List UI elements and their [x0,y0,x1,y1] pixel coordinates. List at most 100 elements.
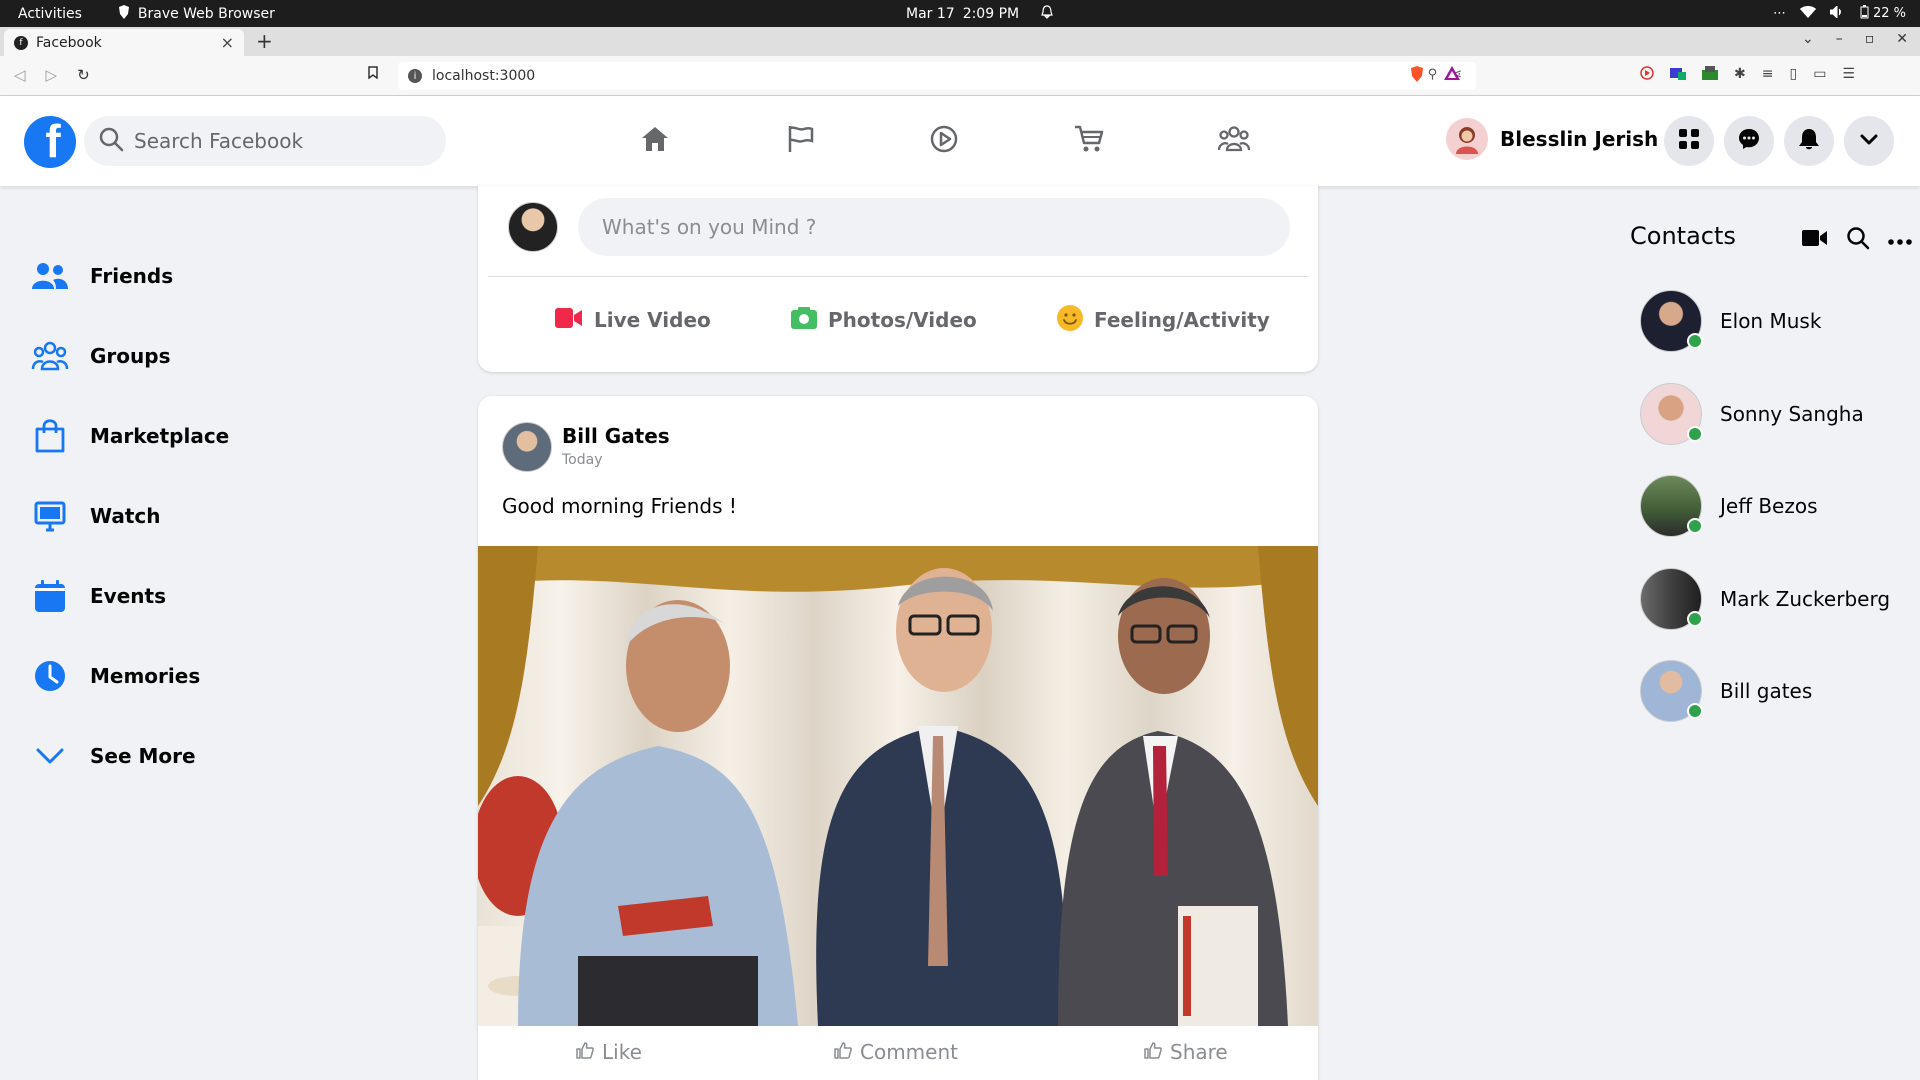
sidebar-item-groups[interactable]: Groups [28,316,408,396]
wifi-icon[interactable] [1799,5,1816,22]
overflow-icon[interactable]: ⋯ [1773,6,1786,21]
sidebar-item-friends[interactable]: Friends [28,236,408,316]
avatar [1640,475,1703,537]
sidebar-item-marketplace[interactable]: Marketplace [28,396,408,476]
contact-item[interactable]: Jeff Bezos [1640,475,1818,537]
live-video-label: Live Video [594,308,711,332]
search-input[interactable] [134,129,424,153]
playlist-icon[interactable]: ≡ [1762,66,1774,84]
online-status-indicator [1687,518,1703,534]
status-input[interactable] [578,198,1290,256]
reload-icon[interactable]: ↻ [77,66,90,84]
groups-icon [1217,124,1251,158]
extension-record-icon[interactable] [1640,66,1654,84]
profile-name: Blesslin Jerish [1500,127,1659,151]
post-image[interactable] [478,546,1318,1026]
back-icon[interactable]: ◁ [14,66,26,84]
bell-icon [1798,127,1820,155]
browser-tab[interactable]: f Facebook × [4,29,244,56]
clock[interactable]: Mar 17 2:09 PM [906,0,1053,27]
forward-icon[interactable]: ▷ [46,66,58,84]
brave-shields-icon[interactable] [1410,66,1424,86]
contact-item[interactable]: Mark Zuckerberg [1640,568,1890,630]
extensions-puzzle-icon[interactable]: ✱ [1734,66,1746,84]
share-icon [1144,1040,1162,1064]
memories-icon [28,654,72,698]
new-tab-button[interactable]: + [256,29,273,53]
extension-green-icon[interactable] [1702,66,1718,84]
contact-name: Jeff Bezos [1720,494,1818,518]
facebook-logo-icon[interactable]: f [24,116,76,168]
avatar [1640,568,1703,630]
live-video-button[interactable]: Live Video [554,300,711,340]
messenger-button[interactable] [1724,116,1774,166]
watch-nav-button[interactable] [904,118,984,164]
activities-button[interactable]: Activities [18,6,82,22]
site-info-icon[interactable]: i [408,69,422,83]
share-label: Share [1170,1040,1228,1064]
sidebar-toggle-icon[interactable]: ▯ [1789,66,1797,84]
grid-menu-icon [1678,128,1700,154]
notifications-button[interactable] [1784,116,1834,166]
browser-menu-icon[interactable]: ☰ [1842,66,1855,84]
sidebar-item-events[interactable]: Events [28,556,408,636]
search-bar[interactable] [84,116,446,166]
share-button[interactable]: Share [1144,1040,1228,1064]
avatar[interactable] [502,422,552,472]
comment-label: Comment [860,1040,958,1064]
avatar [1446,118,1488,160]
sidebar-item-watch[interactable]: Watch [28,476,408,556]
groups-nav-button[interactable] [1194,118,1274,164]
flag-icon [785,124,815,158]
close-tab-icon[interactable]: × [221,33,234,52]
contact-item[interactable]: Sonny Sangha [1640,383,1864,445]
url-field[interactable]: i localhost:3000 ⚲ ⋖ [398,62,1476,90]
profile-chip[interactable]: Blesslin Jerish [1446,118,1658,160]
wallet-icon[interactable]: ▭ [1813,66,1826,84]
marketplace-icon [28,414,72,458]
post-author[interactable]: Bill Gates [562,424,670,448]
home-nav-button[interactable] [615,118,695,164]
feed-post: Bill Gates Today Good morning Friends ! [478,396,1318,1080]
os-top-bar: Activities Brave Web Browser Mar 17 2:09… [0,0,1920,27]
online-status-indicator [1687,426,1703,442]
marketplace-nav-button[interactable] [1049,118,1129,164]
pages-nav-button[interactable] [760,118,840,164]
contact-item[interactable]: Bill gates [1640,660,1812,722]
maximize-icon[interactable]: ▫ [1865,31,1875,47]
online-status-indicator [1687,333,1703,349]
tab-search-icon[interactable]: ⌄ [1802,31,1814,47]
minimize-icon[interactable]: – [1836,31,1843,47]
active-app-name: Brave Web Browser [137,5,275,22]
close-window-icon[interactable]: ✕ [1896,31,1908,47]
online-status-indicator [1687,703,1703,719]
sidebar-item-memories[interactable]: Memories [28,636,408,716]
photo-video-button[interactable]: Photos/Video [790,300,977,340]
sidebar-item-label: Friends [90,264,174,288]
comment-button[interactable]: Comment [834,1040,958,1064]
search-contacts-icon[interactable] [1846,226,1870,254]
sidebar-item-see-more[interactable]: See More [28,716,408,796]
menu-button[interactable] [1664,116,1714,166]
active-app-indicator[interactable]: Brave Web Browser [118,4,275,23]
live-video-icon [554,307,584,334]
divider [488,276,1308,277]
feeling-activity-button[interactable]: Feeling/Activity [1056,300,1270,340]
facebook-favicon-icon: f [14,35,28,50]
bookmark-icon[interactable] [368,66,378,83]
brave-rewards-icon[interactable] [1444,66,1460,86]
post-text: Good morning Friends ! [502,494,737,518]
post-timestamp: Today [562,452,603,468]
groups-icon [28,334,72,378]
contact-item[interactable]: Elon Musk [1640,290,1821,352]
volume-icon[interactable] [1829,4,1846,22]
account-menu-button[interactable] [1844,116,1894,166]
avatar[interactable] [508,202,558,252]
contacts-title: Contacts [1630,222,1736,250]
clock-time: 2:09 PM [962,5,1020,22]
video-call-icon[interactable] [1802,229,1828,251]
extension-badge-icon[interactable] [1670,66,1686,84]
more-options-icon[interactable] [1888,231,1912,250]
like-button[interactable]: Like [576,1040,642,1064]
battery-indicator[interactable]: 22 % [1860,4,1906,23]
